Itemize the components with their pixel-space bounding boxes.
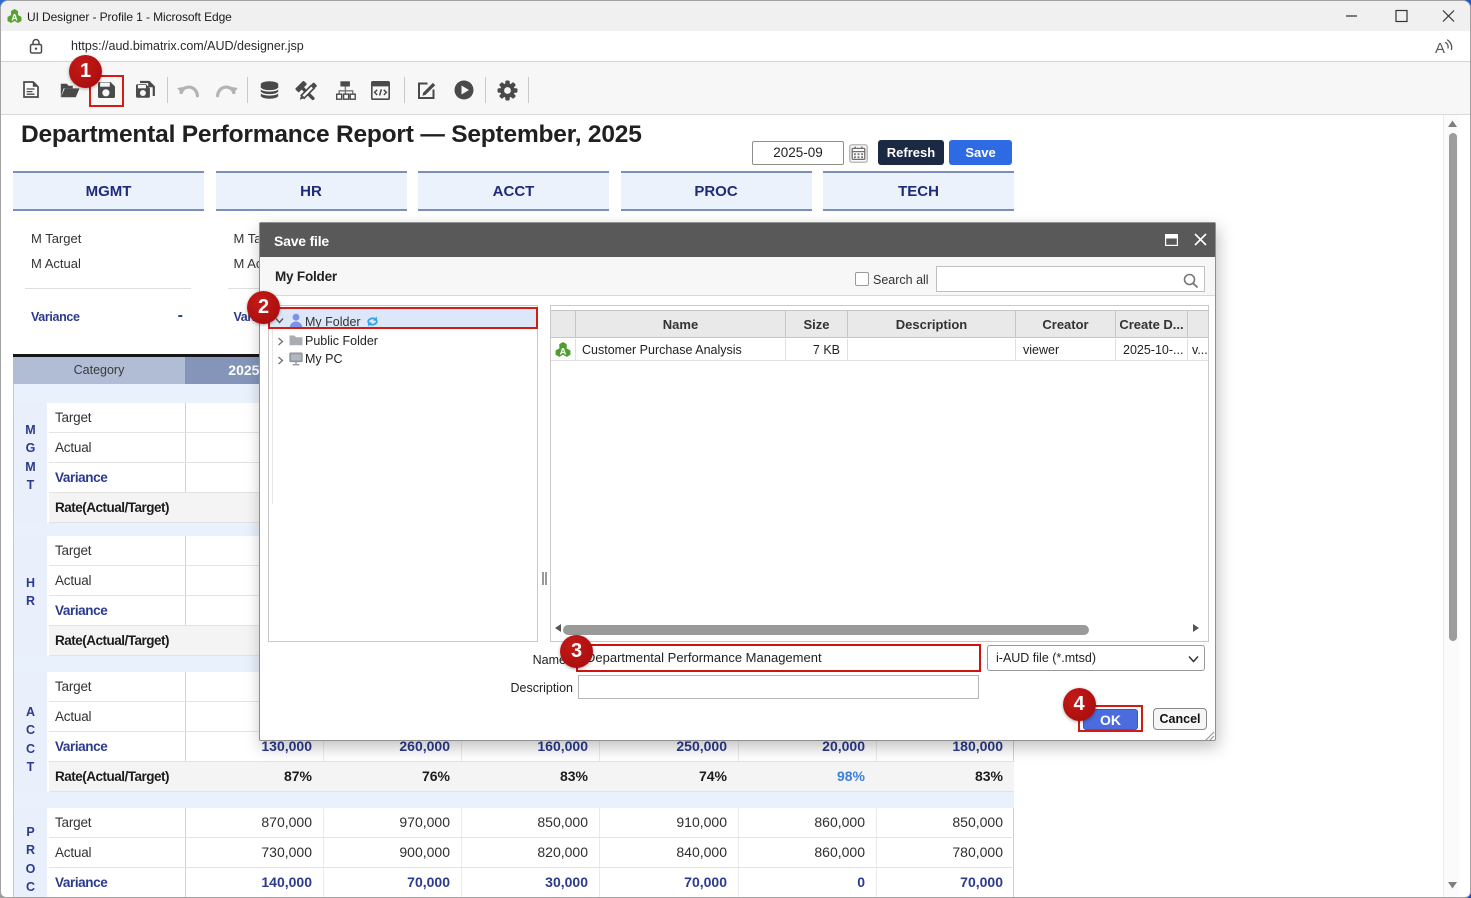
svg-text:A: A [560, 346, 567, 356]
